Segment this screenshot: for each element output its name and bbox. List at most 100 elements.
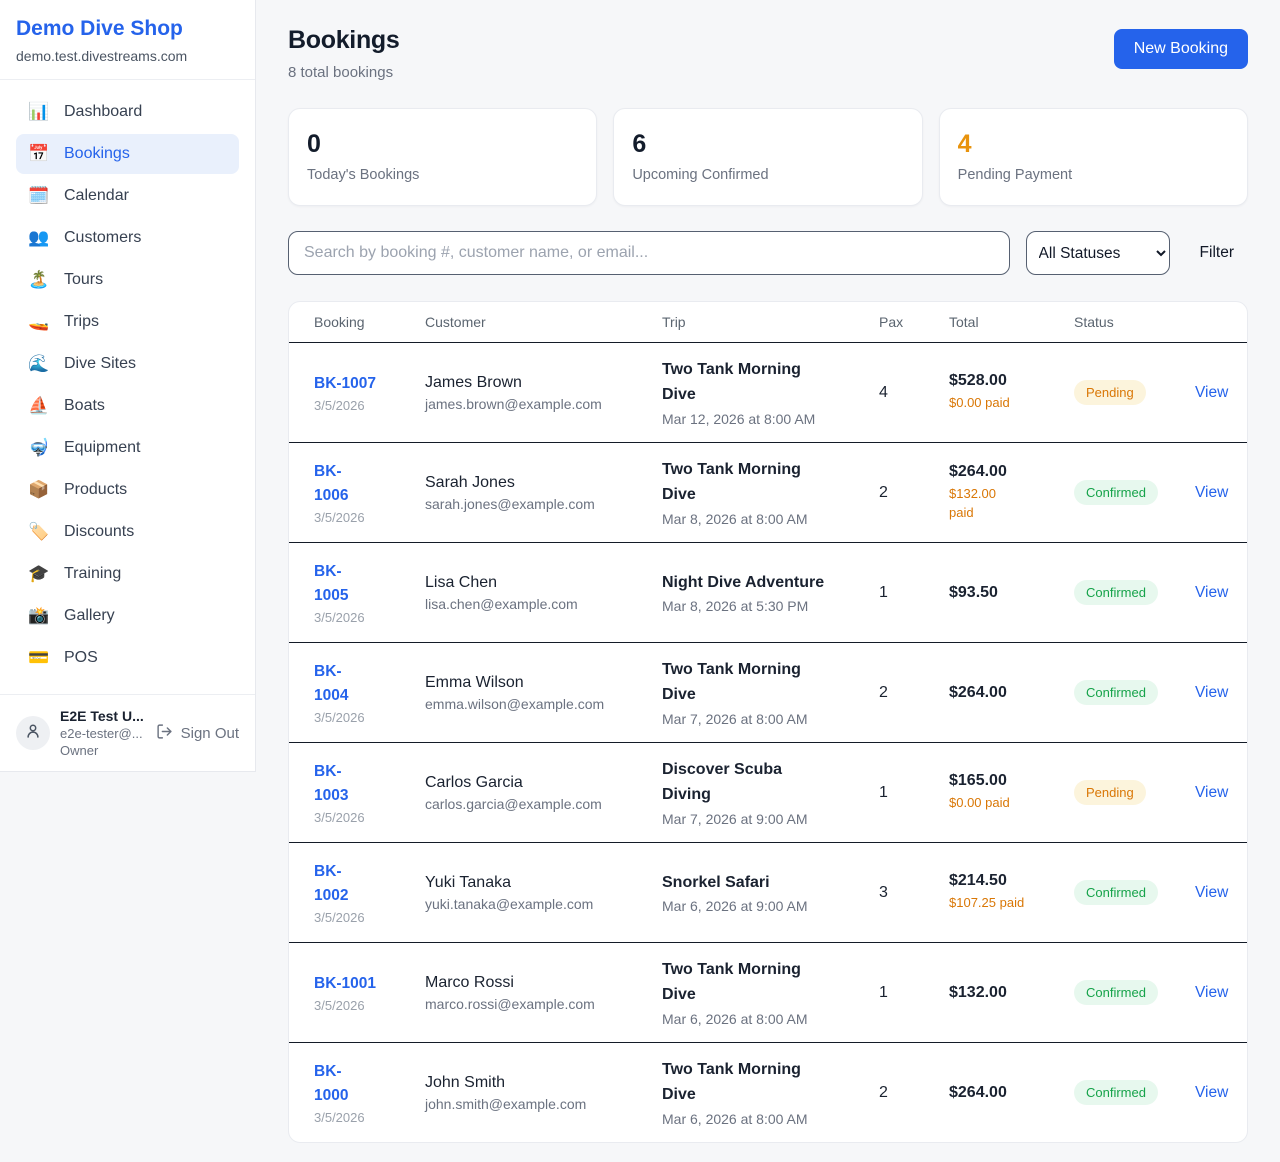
nav-item-icon: 🤿 — [28, 438, 50, 458]
sidebar: Demo Dive Shop demo.test.divestreams.com… — [0, 0, 256, 772]
nav-item-icon: 📸 — [28, 606, 50, 626]
trip-time: Mar 8, 2026 at 5:30 PM — [662, 598, 879, 614]
booking-id-link[interactable]: BK- 1000 — [314, 1060, 348, 1108]
paid-amount: $132.00 paid — [949, 485, 1074, 523]
trip-name: Discover Scuba Diving — [662, 758, 837, 808]
sidebar-nav-item[interactable]: 🚤 Trips — [16, 302, 239, 342]
view-link[interactable]: View — [1195, 784, 1228, 801]
booking-cell: BK- 1002 3/5/2026 — [314, 860, 425, 925]
stat-value: 4 — [958, 130, 1229, 159]
sidebar-nav-item[interactable]: 📸 Gallery — [16, 596, 239, 636]
shop-domain: demo.test.divestreams.com — [16, 48, 239, 64]
stat-label: Upcoming Confirmed — [632, 167, 903, 183]
trip-time: Mar 8, 2026 at 8:00 AM — [662, 511, 879, 527]
pax-count: 4 — [879, 384, 949, 402]
sidebar-nav: 📊 Dashboard 📅 Bookings 🗓️ Calendar 👥 Cus… — [0, 80, 255, 694]
booking-id-link[interactable]: BK- 1006 — [314, 460, 348, 508]
trip-name: Two Tank Morning Dive — [662, 458, 837, 508]
nav-item-icon: 🎓 — [28, 564, 50, 584]
view-link[interactable]: View — [1195, 984, 1228, 1001]
sidebar-nav-item[interactable]: 🤿 Equipment — [16, 428, 239, 468]
paid-amount: $107.25 paid — [949, 894, 1074, 913]
sign-out-button[interactable]: Sign Out — [156, 723, 239, 744]
view-link[interactable]: View — [1195, 584, 1228, 601]
trip-cell: Two Tank Morning Dive Mar 12, 2026 at 8:… — [662, 358, 879, 427]
table-row: BK-1001 3/5/2026 Marco Rossi marco.rossi… — [289, 942, 1247, 1042]
sidebar-nav-item[interactable]: 🏷️ Discounts — [16, 512, 239, 552]
total-amount: $93.50 — [949, 584, 1074, 602]
trip-name: Night Dive Adventure — [662, 571, 837, 596]
booking-cell: BK- 1006 3/5/2026 — [314, 460, 425, 525]
sidebar-nav-item[interactable]: 🎓 Training — [16, 554, 239, 594]
user-name: E2E Test U... — [60, 708, 146, 724]
view-link[interactable]: View — [1195, 484, 1228, 501]
pax-count: 2 — [879, 1084, 949, 1102]
stat-label: Today's Bookings — [307, 167, 578, 183]
view-link[interactable]: View — [1195, 1084, 1228, 1101]
booking-cell: BK-1001 3/5/2026 — [314, 972, 425, 1013]
nav-item-label: POS — [64, 649, 98, 667]
booking-date: 3/5/2026 — [314, 910, 425, 925]
nav-item-label: Discounts — [64, 523, 134, 541]
sidebar-nav-item[interactable]: 📅 Bookings — [16, 134, 239, 174]
booking-id-link[interactable]: BK- 1004 — [314, 660, 348, 708]
customer-name: Marco Rossi — [425, 974, 662, 992]
status-badge: Confirmed — [1074, 680, 1158, 705]
booking-id-link[interactable]: BK- 1002 — [314, 860, 348, 908]
view-link[interactable]: View — [1195, 884, 1228, 901]
sidebar-nav-item[interactable]: 🗓️ Calendar — [16, 176, 239, 216]
sidebar-nav-item[interactable]: 🏝️ Tours — [16, 260, 239, 300]
total-cell: $528.00 $0.00 paid — [949, 372, 1074, 413]
status-select[interactable]: All Statuses — [1026, 231, 1170, 275]
status-cell: Pending — [1074, 780, 1195, 805]
nav-item-icon: ⛵ — [28, 396, 50, 416]
page-title: Bookings — [288, 26, 400, 55]
customer-cell: Emma Wilson emma.wilson@example.com — [425, 674, 662, 712]
sidebar-nav-item[interactable]: 🌊 Dive Sites — [16, 344, 239, 384]
search-input[interactable] — [288, 231, 1010, 275]
booking-id-link[interactable]: BK-1001 — [314, 972, 376, 996]
sidebar-nav-item[interactable]: 👥 Customers — [16, 218, 239, 258]
trip-name: Snorkel Safari — [662, 871, 837, 896]
booking-id-link[interactable]: BK-1007 — [314, 372, 376, 396]
customer-email: john.smith@example.com — [425, 1096, 662, 1112]
booking-id-link[interactable]: BK- 1003 — [314, 760, 348, 808]
trip-time: Mar 6, 2026 at 9:00 AM — [662, 898, 879, 914]
status-badge: Confirmed — [1074, 980, 1158, 1005]
customer-cell: Sarah Jones sarah.jones@example.com — [425, 474, 662, 512]
view-link[interactable]: View — [1195, 384, 1228, 401]
new-booking-button[interactable]: New Booking — [1114, 29, 1248, 69]
pax-count: 2 — [879, 684, 949, 702]
nav-item-label: Dive Sites — [64, 355, 136, 373]
status-cell: Confirmed — [1074, 1080, 1195, 1105]
customer-name: James Brown — [425, 374, 662, 392]
filter-button[interactable]: Filter — [1186, 244, 1248, 262]
total-amount: $132.00 — [949, 984, 1074, 1002]
sidebar-nav-item[interactable]: 📊 Dashboard — [16, 92, 239, 132]
status-cell: Pending — [1074, 380, 1195, 405]
sidebar-nav-item[interactable]: 📦 Products — [16, 470, 239, 510]
customer-name: John Smith — [425, 1074, 662, 1092]
filter-row: All Statuses Filter — [288, 231, 1248, 275]
stat-card: 0 Today's Bookings — [288, 108, 597, 206]
stat-value: 0 — [307, 130, 578, 159]
nav-item-icon: 👥 — [28, 228, 50, 248]
status-badge: Confirmed — [1074, 880, 1158, 905]
sidebar-nav-item[interactable]: 💳 POS — [16, 638, 239, 678]
trip-time: Mar 7, 2026 at 9:00 AM — [662, 811, 879, 827]
nav-item-label: Equipment — [64, 439, 141, 457]
col-header-pax: Pax — [879, 314, 949, 330]
customer-name: Lisa Chen — [425, 574, 662, 592]
total-amount: $264.00 — [949, 684, 1074, 702]
booking-date: 3/5/2026 — [314, 610, 425, 625]
page-subtitle: 8 total bookings — [288, 64, 400, 81]
trip-cell: Discover Scuba Diving Mar 7, 2026 at 9:0… — [662, 758, 879, 827]
booking-cell: BK- 1004 3/5/2026 — [314, 660, 425, 725]
sidebar-nav-item[interactable]: ⛵ Boats — [16, 386, 239, 426]
pax-count: 1 — [879, 784, 949, 802]
view-link[interactable]: View — [1195, 684, 1228, 701]
nav-item-icon: 📅 — [28, 144, 50, 164]
booking-id-link[interactable]: BK- 1005 — [314, 560, 348, 608]
stats-row: 0 Today's Bookings 6 Upcoming Confirmed … — [288, 108, 1248, 206]
trip-cell: Snorkel Safari Mar 6, 2026 at 9:00 AM — [662, 871, 879, 915]
